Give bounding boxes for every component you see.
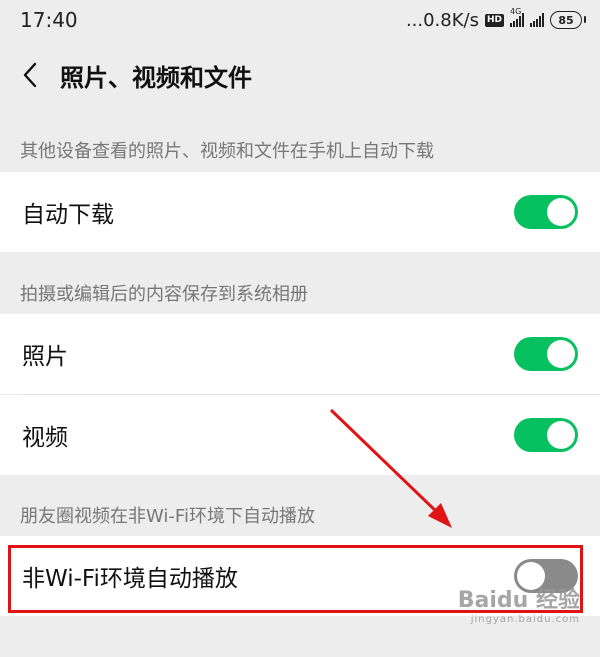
signal-icon (530, 13, 544, 27)
setting-row-photos[interactable]: 照片 (0, 314, 600, 394)
hd-badge: HD (484, 13, 504, 27)
signal-4g-icon: 4G (510, 7, 524, 27)
setting-row-non-wifi-autoplay[interactable]: 非Wi-Fi环境自动播放 (0, 536, 600, 616)
battery-level: 85 (558, 13, 574, 27)
battery-icon: 85 (550, 11, 586, 29)
setting-row-auto-download[interactable]: 自动下载 (0, 172, 600, 252)
save-videos-toggle[interactable] (514, 418, 578, 452)
section-header-auto-download: 其他设备查看的照片、视频和文件在手机上自动下载 (20, 141, 434, 162)
toggle-knob (547, 340, 575, 368)
auto-download-toggle[interactable] (514, 195, 578, 229)
status-time: 17:40 (20, 8, 78, 32)
status-bar: 17:40 ...0.8K/s HD 4G 85 (0, 0, 600, 40)
title-bar: 照片、视频和文件 (0, 40, 600, 110)
network-type: 4G (510, 7, 522, 16)
setting-label: 照片 (22, 344, 68, 370)
setting-row-videos[interactable]: 视频 (0, 395, 600, 475)
section-header-save-to-album: 拍摄或编辑后的内容保存到系统相册 (20, 284, 308, 305)
setting-label: 视频 (22, 425, 68, 451)
non-wifi-autoplay-toggle[interactable] (514, 559, 578, 593)
toggle-knob (547, 198, 575, 226)
section-header-moments-autoplay: 朋友圈视频在非Wi-Fi环境下自动播放 (20, 506, 315, 527)
save-photos-toggle[interactable] (514, 337, 578, 371)
toggle-knob (547, 421, 575, 449)
page-title: 照片、视频和文件 (60, 63, 252, 92)
toggle-knob (517, 562, 545, 590)
setting-label: 自动下载 (22, 202, 114, 228)
chevron-left-icon[interactable] (2, 40, 58, 110)
status-indicators: ...0.8K/s HD 4G 85 (405, 7, 586, 31)
setting-label: 非Wi-Fi环境自动播放 (22, 566, 238, 592)
network-speed: ...0.8K/s (405, 9, 479, 31)
